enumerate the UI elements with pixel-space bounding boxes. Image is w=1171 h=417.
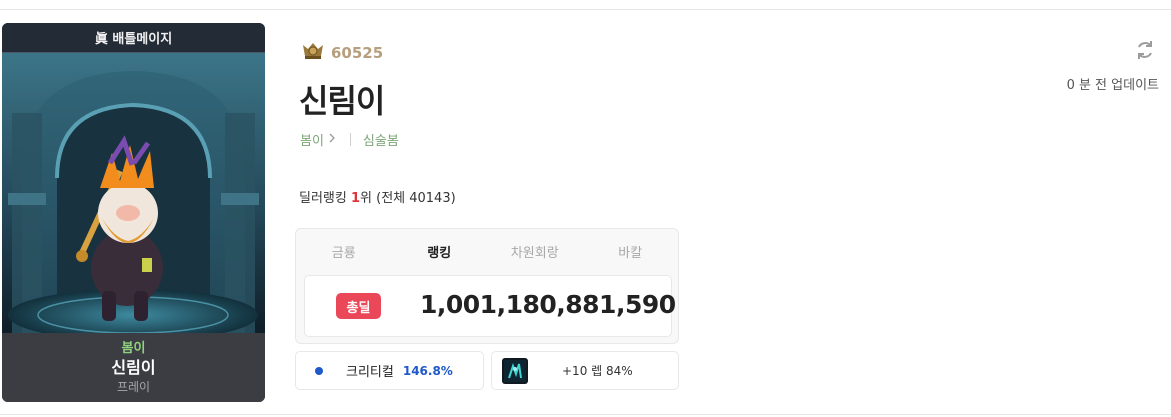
tab-gold-dragon[interactable]: 금룡	[296, 229, 392, 273]
card-job-label: 봄이	[121, 340, 146, 356]
total-damage-value: 1,001,180,881,590	[420, 290, 676, 319]
job-breadcrumb: 봄이 심술봄	[300, 130, 399, 149]
level-row: 60525	[301, 42, 383, 64]
tab-dimension-corridor[interactable]: 차원회랑	[487, 229, 583, 273]
rank-suffix: 위 (전체 40143)	[360, 191, 456, 206]
total-damage-box: 총딜 1,001,180,881,590	[304, 275, 676, 337]
tab-ranking[interactable]: 랭킹	[392, 229, 488, 273]
card-server-label: 프레이	[116, 379, 151, 394]
dealer-ranking: 딜러랭킹 1위 (전체 40143)	[299, 187, 456, 206]
refresh-icon	[1133, 41, 1157, 66]
critical-label: 크리티컬	[346, 365, 394, 380]
critical-value: 146.8%	[402, 363, 453, 378]
card-header: 眞 배틀메이지	[2, 23, 265, 53]
tab-bakal[interactable]: 바칼	[583, 229, 679, 273]
job-link[interactable]: 봄이	[300, 130, 336, 149]
item-enhance-text: +10 렙 84%	[562, 364, 633, 378]
critical-card: 크리티컬 146.8%	[295, 351, 484, 390]
character-name: 신림이	[299, 82, 385, 120]
rank-prefix: 딜러랭킹	[299, 191, 351, 206]
total-damage-badge: 총딜	[336, 293, 381, 319]
item-card[interactable]: +10 렙 84%	[491, 351, 679, 390]
job-detail: 심술봄	[362, 134, 399, 149]
card-footer: 봄이 신림이 프레이	[2, 333, 265, 402]
bottom-divider	[0, 414, 1171, 415]
stat-tabs: 금룡 랭킹 차원회랑 바칼	[296, 229, 678, 273]
meta-divider	[349, 133, 351, 146]
fame-value: 60525	[331, 44, 384, 62]
character-portrait	[2, 53, 265, 341]
chevron-right-icon	[328, 132, 336, 147]
rank-value: 1	[350, 191, 361, 206]
dot-icon	[315, 366, 323, 375]
stat-panel: 금룡 랭킹 차원회랑 바칼 총딜 1,001,180,881,590	[295, 228, 679, 344]
last-updated-text: 0 분 전 업데이트	[1066, 78, 1159, 93]
top-divider	[0, 9, 1171, 10]
item-icon	[502, 357, 528, 384]
card-character-name: 신림이	[111, 357, 156, 377]
level-emblem-icon	[301, 42, 325, 64]
refresh-button[interactable]	[1133, 38, 1157, 62]
character-card[interactable]: 眞 배틀메이지 봄이 신림이 프레이	[2, 23, 265, 402]
job-link-label: 봄이	[300, 134, 324, 149]
